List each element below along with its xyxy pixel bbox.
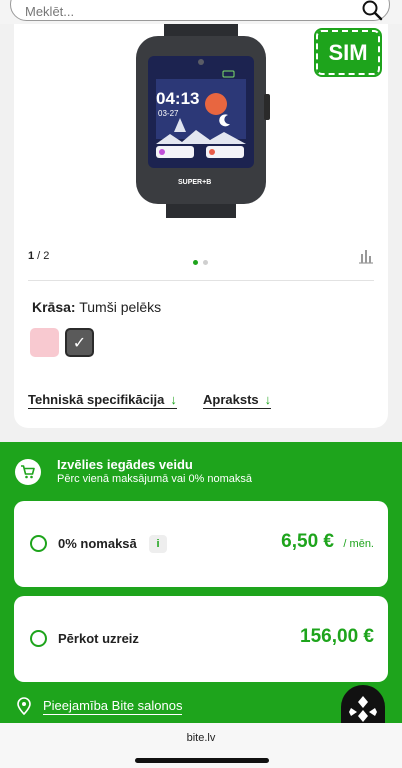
location-pin-icon [17,697,31,715]
sim-badge: SIM [314,28,382,77]
watch-time: 04:13 [156,89,199,108]
pager-dot-active[interactable] [193,260,198,265]
option-label: 0% nomaksā [58,536,137,551]
description-link[interactable]: Apraksts ↓ [203,392,272,409]
browser-url-bar[interactable]: bite.lv [0,723,402,768]
watch-brand: SUPER+B [178,179,211,186]
checkmark-icon: ✓ [72,335,87,352]
option-label: Pērkot uzreiz [58,631,139,646]
color-label: Krāsa: Tumši pelēks [32,299,162,315]
arrow-down-icon: ↓ [170,392,177,407]
compare-icon[interactable] [358,248,374,264]
image-pager-dots[interactable] [193,252,213,270]
purchase-subtitle: Pērc vienā maksājumā vai 0% nomaksā [57,473,253,485]
installment-price: 6,50 € [281,531,334,552]
price-unit: / mēn. [343,538,374,550]
availability-link[interactable]: Pieejamība Bite salonos [43,698,183,715]
cart-icon [15,459,41,485]
info-icon[interactable]: i [149,535,167,553]
color-swatch-pink[interactable] [30,328,59,357]
url-text: bite.lv [186,732,216,744]
divider [28,280,374,281]
pager-dot[interactable] [203,260,208,265]
radio-buy-now[interactable] [30,630,47,647]
purchase-section: Izvēlies iegādes veidu Pērc vienā maksāj… [0,442,402,768]
option-installment[interactable]: 0% nomaksā i 6,50 € / mēn. [14,501,388,587]
search-box[interactable] [10,0,390,21]
top-search-bar [0,0,402,24]
option-buy-now[interactable]: Pērkot uzreiz 156,00 € [14,596,388,682]
search-icon[interactable] [361,0,383,21]
image-pager-count: 1 / 2 [28,250,50,262]
product-image[interactable]: 04:13 03-27 SUPER+B [126,24,276,224]
product-card: SIM 04:13 03-27 SUPER+B 1 / 2 Krāsa: Tum… [14,24,388,428]
arrow-down-icon: ↓ [264,392,272,407]
color-value: Tumši pelēks [79,299,162,315]
search-input[interactable] [25,3,325,19]
home-indicator [135,758,269,763]
purchase-title: Izvēlies iegādes veidu [57,457,193,472]
full-price: 156,00 € [300,626,374,647]
watch-date: 03-27 [158,109,179,118]
tech-specs-link[interactable]: Tehniskā specifikācija ↓ [28,392,177,409]
radio-installment[interactable] [30,535,47,552]
color-swatch-dark-grey[interactable]: ✓ [65,328,94,357]
